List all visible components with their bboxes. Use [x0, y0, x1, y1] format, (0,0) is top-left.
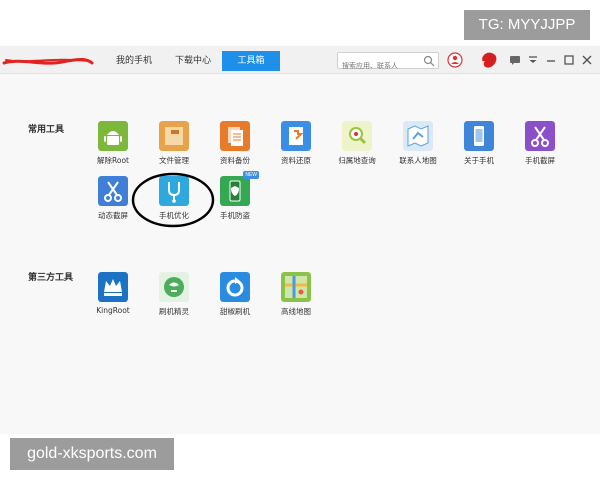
section-title-third-party-tools: 第三方工具 [28, 273, 74, 283]
message-icon[interactable] [506, 51, 524, 69]
spirit-icon [159, 272, 189, 302]
map-icon [403, 121, 433, 151]
redacted-avatar-scribble [482, 52, 497, 68]
scissors-icon [525, 121, 555, 151]
tool-label: 手机防盗 [220, 211, 250, 220]
tool-phone-optimize[interactable]: 手机优化 [142, 176, 206, 224]
tool-label: 刷机精灵 [159, 307, 189, 316]
tool-map[interactable]: 高线地图 [264, 272, 328, 320]
tool-about-phone[interactable]: 关于手机 [447, 121, 511, 169]
refresh-icon [220, 272, 250, 302]
map-grid-icon [281, 272, 311, 302]
android-icon [98, 121, 128, 151]
menu-icon[interactable] [524, 51, 542, 69]
search-input[interactable] [338, 58, 422, 74]
search-field[interactable] [337, 52, 439, 74]
tool-label: 资料还原 [281, 156, 311, 165]
magnifier-icon [342, 121, 372, 151]
maximize-icon[interactable] [560, 51, 578, 69]
tool-label: 归属地查询 [338, 156, 376, 165]
phone-icon [464, 121, 494, 151]
new-badge: NEW [243, 171, 259, 179]
tool-kingroot[interactable]: KingRoot [81, 272, 145, 320]
redacted-logo-scribble [2, 58, 94, 65]
tool-label: 动态截屏 [98, 211, 128, 220]
stethoscope-icon [159, 176, 189, 206]
tool-label: 关于手机 [464, 156, 494, 165]
tool-flash-spirit[interactable]: 刷机精灵 [142, 272, 206, 320]
nav-my-phone[interactable]: 我的手机 [116, 53, 152, 69]
tool-label: 联系人地图 [399, 156, 437, 165]
nav-download-center[interactable]: 下载中心 [175, 53, 211, 69]
shield-phone-icon [220, 176, 250, 206]
tool-label: 文件管理 [159, 156, 189, 165]
tool-anti-theft[interactable]: NEW 手机防盗 [203, 171, 267, 224]
folder-icon [159, 121, 189, 151]
tool-backup[interactable]: 资料备份 [203, 121, 267, 169]
search-icon[interactable] [423, 55, 435, 67]
close-icon[interactable] [578, 51, 596, 69]
tool-file-manager[interactable]: 文件管理 [142, 121, 206, 169]
tool-label: 资料备份 [220, 156, 250, 165]
tool-label: 解除Root [97, 156, 129, 165]
watermark-site: gold-xksports.com [10, 438, 174, 470]
watermark-tag: TG: MYYJJPP [464, 10, 590, 40]
tool-tianjiao-flash[interactable]: 甜椒刷机 [203, 272, 267, 320]
title-bar: 我的手机 下载中心 工具箱 [0, 46, 600, 74]
scissors-icon [98, 176, 128, 206]
tool-unroot[interactable]: 解除Root [81, 121, 145, 169]
section-title-common-tools: 常用工具 [28, 125, 65, 135]
documents-icon [220, 121, 250, 151]
tool-contacts-map[interactable]: 联系人地图 [386, 121, 450, 169]
crown-icon [98, 272, 128, 302]
app-window: 我的手机 下载中心 工具箱 [0, 46, 600, 434]
tool-dynamic-screenshot[interactable]: 动态截屏 [81, 176, 145, 224]
tool-label: KingRoot [96, 306, 130, 315]
tool-label: 手机截屏 [525, 156, 555, 165]
minimize-icon[interactable] [542, 51, 560, 69]
tool-label: 甜椒刷机 [220, 307, 250, 316]
nav-toolbox[interactable]: 工具箱 [222, 51, 280, 71]
tool-restore[interactable]: 资料还原 [264, 121, 328, 169]
account-icon[interactable] [446, 51, 464, 69]
tool-label: 手机优化 [159, 211, 189, 220]
tool-screenshot[interactable]: 手机截屏 [508, 121, 572, 169]
tool-label: 高线地图 [281, 307, 311, 316]
restore-icon [281, 121, 311, 151]
tool-location-lookup[interactable]: 归属地查询 [325, 121, 389, 169]
